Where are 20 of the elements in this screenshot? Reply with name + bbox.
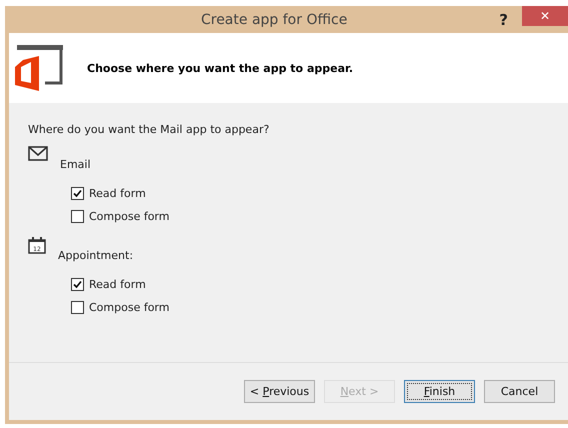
window-title: Create app for Office [200,12,348,28]
option-label[interactable]: Compose form [71,210,568,223]
option-label[interactable]: Read form [71,278,568,291]
checkbox[interactable] [71,210,84,223]
checkbox[interactable] [71,301,84,314]
group-label: Email [60,158,91,171]
wizard-button[interactable]: Cancel [484,380,555,403]
question-text: Where do you want the Mail app to appear? [28,123,270,136]
header-instruction: Choose where you want the app to appear. [87,62,354,74]
checkbox[interactable] [71,278,84,291]
office-logo-icon [15,45,65,91]
checkbox[interactable] [71,187,84,200]
group-label: Appointment: [58,249,134,262]
wizard-button[interactable]: < Previous [244,380,315,403]
option-label[interactable]: Read form [71,187,568,200]
wizard-button[interactable]: Finish [404,380,475,403]
close-button[interactable]: ✕ [522,6,568,26]
option-label[interactable]: Compose form [71,301,568,314]
help-button[interactable]: ? [499,10,508,28]
envelope-icon [28,146,48,161]
